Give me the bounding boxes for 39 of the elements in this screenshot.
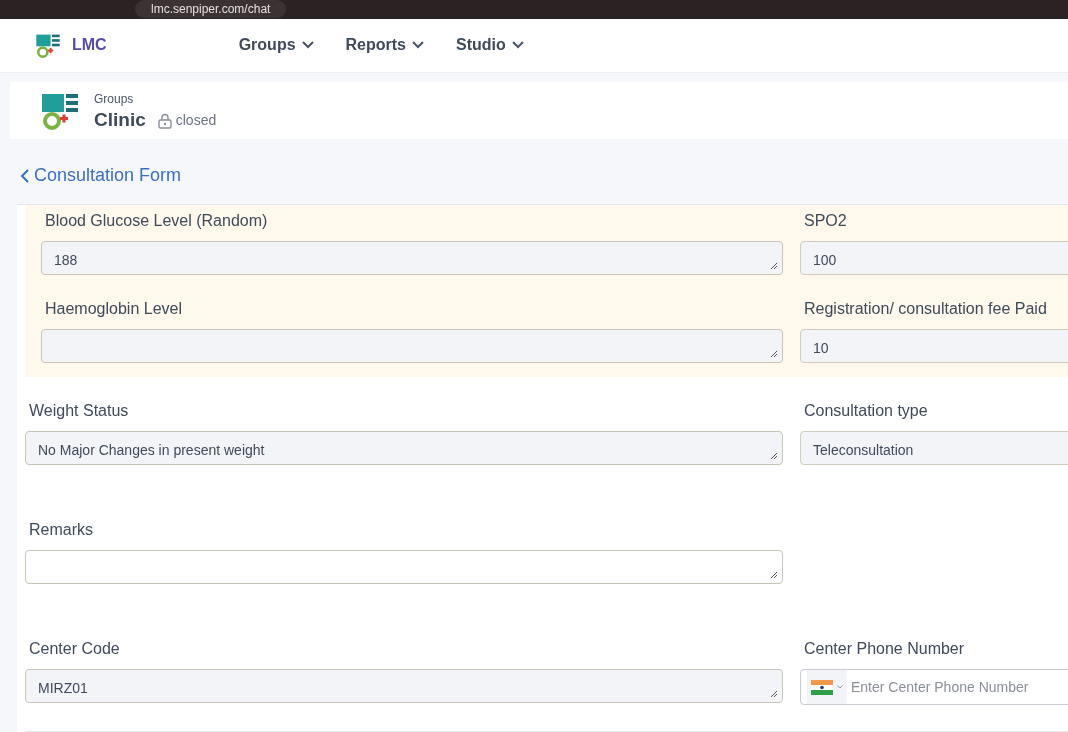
resize-handle-icon[interactable] (770, 350, 778, 358)
input-field[interactable]: 100 (800, 241, 1068, 275)
chevron-down-icon (301, 41, 314, 50)
chevron-down-icon (412, 41, 424, 50)
chevron-down-icon (837, 685, 843, 689)
field-label: Haemoglobin Level (44, 299, 183, 319)
logo-icon (34, 32, 62, 59)
nav-menu[interactable]: Reports (345, 33, 424, 58)
field-label: Center Code (28, 639, 121, 659)
back-link[interactable]: Consultation Form (20, 162, 182, 189)
text-area[interactable]: No Major Changes in present weight (25, 431, 783, 465)
status-text: closed (175, 111, 217, 131)
input-field[interactable]: 10 (800, 329, 1068, 363)
group-title: Clinic (94, 107, 146, 132)
field-label: Registration/ consultation fee Paid (803, 299, 1048, 319)
field-label: SPO2 (803, 211, 848, 231)
nav-menu[interactable]: Studio (456, 33, 524, 58)
nav-menu[interactable]: Groups (238, 33, 314, 58)
field-label: Weight Status (28, 401, 130, 421)
placeholder-text: Enter Center Phone Number (851, 677, 1029, 697)
input-field[interactable]: Teleconsultation (800, 431, 1068, 465)
lock-icon (157, 112, 172, 129)
chevron-left-icon (20, 167, 30, 184)
address-bar[interactable]: lmc.senpiper.com/chat (135, 0, 287, 19)
field-label: Center Phone Number (803, 639, 966, 659)
brand-name[interactable]: LMC (72, 33, 107, 58)
field-label: Consultation type (803, 401, 929, 421)
chevron-down-icon (511, 41, 524, 50)
resize-handle-icon[interactable] (770, 690, 778, 698)
resize-handle-icon[interactable] (770, 262, 778, 270)
text-area[interactable]: MIRZ01 (25, 669, 783, 703)
breadcrumb[interactable]: Groups (94, 89, 217, 108)
resize-handle-icon[interactable] (770, 571, 778, 579)
field-label: Remarks (28, 520, 94, 540)
resize-handle-icon[interactable] (770, 452, 778, 460)
india-flag-icon (811, 679, 833, 695)
field-label: Blood Glucose Level (Random) (44, 211, 269, 231)
country-selector[interactable] (807, 670, 847, 704)
text-area[interactable]: 188 (41, 241, 783, 275)
